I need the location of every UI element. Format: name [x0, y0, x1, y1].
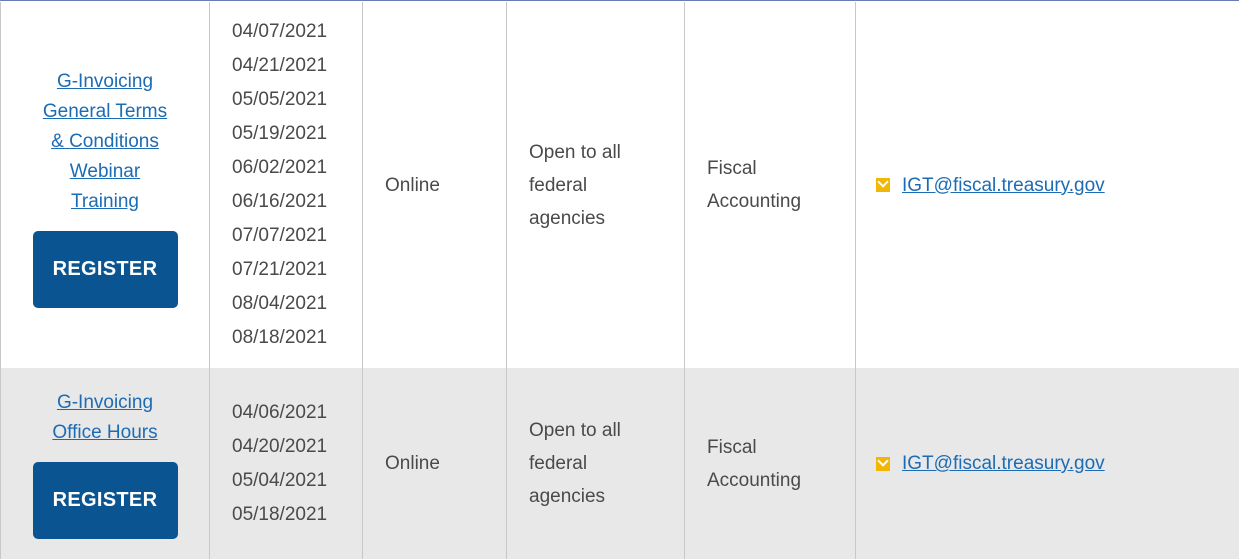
date-item: 04/20/2021 [232, 435, 328, 457]
course-title-cell: G-Invoicing Office Hours REGISTER [0, 368, 210, 559]
date-item: 04/06/2021 [232, 401, 328, 423]
department-line: Fiscal [707, 436, 757, 458]
mail-icon [876, 456, 890, 471]
date-item: 08/18/2021 [232, 327, 328, 348]
location-text: Online [385, 453, 440, 474]
register-button[interactable]: REGISTER [32, 462, 178, 539]
dates-cell: 04/06/2021 04/20/2021 05/04/2021 05/18/2… [210, 368, 363, 559]
contact-email-link[interactable]: IGT@fiscal.treasury.gov [902, 169, 1105, 202]
date-item: 07/07/2021 [232, 225, 328, 246]
mail-icon [876, 178, 890, 192]
date-item: 04/07/2021 [232, 21, 328, 42]
audience-cell: Open to all federal agencies [507, 2, 685, 368]
department-line: Accounting [707, 191, 802, 212]
course-title-link[interactable]: G-Invoicing General Terms & Conditions W… [20, 67, 190, 217]
register-button[interactable]: REGISTER [32, 230, 178, 308]
course-title-link[interactable]: G-Invoicing Office Hours [20, 388, 190, 448]
audience-line: federal [529, 174, 588, 196]
date-item: 06/02/2021 [232, 157, 328, 178]
course-title-line: Webinar [69, 160, 141, 182]
audience-line: agencies [529, 486, 606, 507]
course-title-line: Office Hours [52, 422, 158, 443]
audience-line: Open to all [529, 420, 621, 441]
course-title-line: General Terms [42, 100, 168, 122]
table-row: G-Invoicing General Terms & Conditions W… [0, 2, 1239, 368]
date-item: 06/16/2021 [232, 191, 328, 212]
contact-email-link[interactable]: IGT@fiscal.treasury.gov [902, 447, 1105, 480]
audience-cell: Open to all federal agencies [507, 368, 685, 559]
department-line: Accounting [707, 469, 802, 491]
training-table: G-Invoicing General Terms & Conditions W… [0, 0, 1239, 559]
dates-cell: 04/07/2021 04/21/2021 05/05/2021 05/19/2… [210, 2, 363, 368]
location-cell: Online [363, 368, 507, 559]
date-item: 05/04/2021 [232, 469, 328, 491]
contact-cell: IGT@fiscal.treasury.gov [856, 2, 1239, 368]
audience-line: agencies [529, 207, 606, 229]
dates-list: 04/07/2021 04/21/2021 05/05/2021 05/19/2… [232, 15, 327, 355]
course-title-line: G-Invoicing [56, 70, 154, 92]
course-title-cell: G-Invoicing General Terms & Conditions W… [0, 2, 210, 368]
date-item: 07/21/2021 [232, 259, 328, 280]
course-title-line: Training [71, 190, 139, 212]
date-item: 05/19/2021 [232, 123, 328, 144]
course-title-line: & Conditions [51, 130, 159, 152]
contact-cell: IGT@fiscal.treasury.gov [856, 368, 1239, 559]
department-cell: Fiscal Accounting [685, 368, 856, 559]
audience-line: Open to all [529, 141, 621, 163]
department-cell: Fiscal Accounting [685, 2, 856, 368]
course-title-line: G-Invoicing [56, 392, 154, 413]
location-text: Online [385, 174, 440, 196]
dates-list: 04/06/2021 04/20/2021 05/04/2021 05/18/2… [232, 396, 327, 532]
date-item: 05/05/2021 [232, 89, 328, 110]
location-cell: Online [363, 2, 507, 368]
date-item: 05/18/2021 [232, 503, 328, 525]
date-item: 08/04/2021 [232, 293, 328, 314]
department-line: Fiscal [707, 158, 757, 179]
date-item: 04/21/2021 [232, 55, 328, 76]
table-row: G-Invoicing Office Hours REGISTER 04/06/… [0, 368, 1239, 559]
audience-line: federal [529, 453, 588, 474]
